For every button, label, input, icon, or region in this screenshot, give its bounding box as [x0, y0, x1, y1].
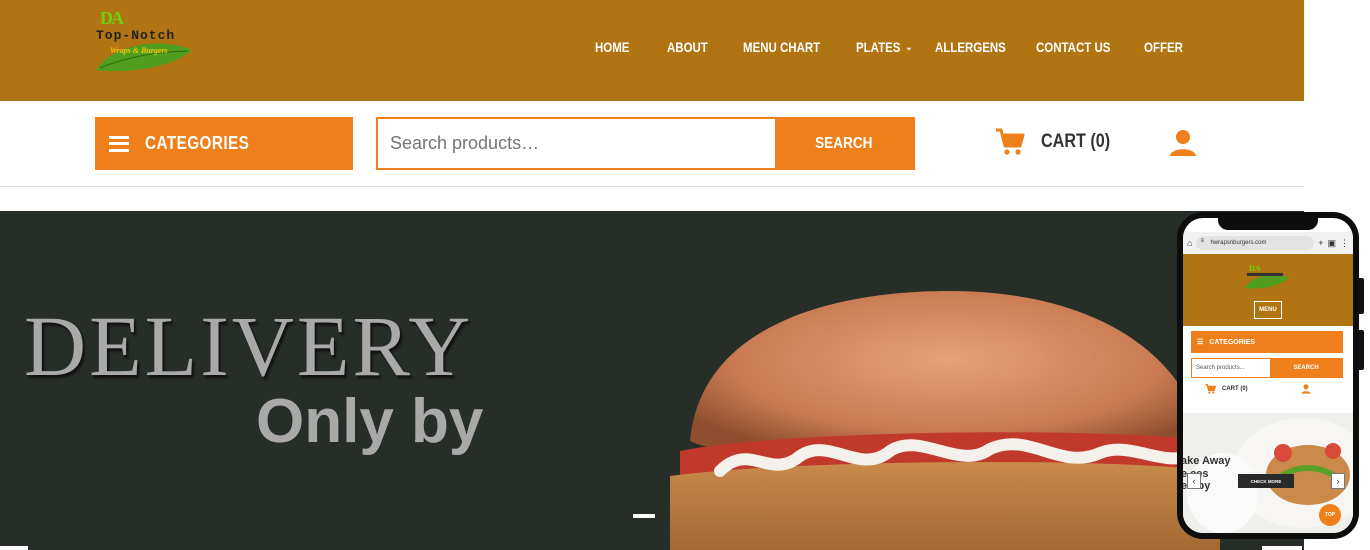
search-bar: SEARCH: [376, 117, 915, 170]
search-input[interactable]: [378, 119, 775, 168]
nav-plates-label: PLATES: [856, 39, 901, 55]
mobile-search-button[interactable]: SEARCH: [1270, 359, 1342, 377]
site-info-icon: ≡: [1200, 238, 1204, 244]
search-button[interactable]: SEARCH: [775, 119, 913, 168]
burger-image: [670, 291, 1220, 550]
cart-icon: [1205, 384, 1216, 394]
slide-indicator-active[interactable]: [633, 514, 655, 518]
mobile-prev-arrow[interactable]: ‹: [1187, 473, 1201, 489]
home-icon[interactable]: ⌂: [1187, 238, 1192, 248]
logo-monogram: DA: [100, 8, 124, 28]
mobile-check-more-button[interactable]: CHECK MORE: [1238, 474, 1294, 488]
slide-edge-left: [0, 546, 28, 550]
mobile-preview: ⌂ ≡ hwrapsnburgers.com + ▣ ⋮ DA MENU ☰ C…: [1177, 212, 1359, 539]
mobile-hero-line: ake Away: [1183, 455, 1231, 467]
hero-subtitle: Only by: [256, 387, 484, 456]
logo-tagline: Wraps & Burgers: [110, 46, 168, 55]
hamburger-menu-icon: ☰: [1197, 339, 1204, 346]
mobile-screen: ⌂ ≡ hwrapsnburgers.com + ▣ ⋮ DA MENU ☰ C…: [1183, 218, 1353, 533]
mobile-search-input[interactable]: Search products...: [1192, 359, 1270, 377]
user-account-icon[interactable]: [1301, 384, 1311, 394]
site-header: DA Top-Notch Wraps & Burgers HOME ABOUT …: [0, 0, 1304, 101]
hero-title: DELIVERY: [24, 298, 474, 394]
phone-notch: [1218, 218, 1318, 230]
mobile-cart-label: CART (0): [1222, 386, 1248, 392]
search-button-label: SEARCH: [815, 134, 873, 152]
mobile-search-bar: Search products... SEARCH: [1191, 358, 1343, 378]
mobile-next-arrow[interactable]: ›: [1331, 473, 1345, 489]
svg-text:DA: DA: [1249, 264, 1261, 273]
chevron-down-icon: ⌄: [905, 42, 913, 53]
nav-contact-us[interactable]: CONTACT US: [1036, 39, 1110, 55]
nav-offer[interactable]: OFFER: [1144, 39, 1183, 55]
cart-icon: [996, 128, 1025, 155]
more-menu-icon[interactable]: ⋮: [1340, 238, 1349, 249]
new-tab-icon[interactable]: +: [1318, 238, 1323, 248]
header-divider: [0, 186, 1304, 187]
categories-label: CATEGORIES: [145, 133, 250, 153]
mobile-categories-button[interactable]: ☰ CATEGORIES: [1191, 331, 1343, 353]
categories-button[interactable]: CATEGORIES: [95, 117, 353, 170]
hamburger-menu-icon: [109, 135, 129, 152]
nav-allergens[interactable]: ALLERGENS: [935, 39, 1006, 55]
nav-home[interactable]: HOME: [595, 39, 629, 55]
mobile-categories-label: CATEGORIES: [1209, 338, 1256, 346]
slide-edge-right: [1262, 546, 1302, 550]
cart-label: CART (0): [1041, 131, 1111, 152]
nav-menu-chart[interactable]: MENU CHART: [743, 39, 820, 55]
hero-slider: DELIVERY Only by: [0, 211, 1304, 550]
nav-plates[interactable]: PLATES ⌄: [856, 39, 912, 55]
mobile-logo[interactable]: DA: [1243, 262, 1291, 290]
mobile-url-text: hwrapsnburgers.com: [1210, 240, 1267, 246]
mobile-scroll-top-button[interactable]: TOP: [1319, 504, 1341, 526]
nav-about[interactable]: ABOUT: [667, 39, 708, 55]
mobile-cart-link[interactable]: CART (0): [1205, 384, 1248, 394]
user-account-icon[interactable]: [1169, 129, 1197, 157]
site-logo[interactable]: DA Top-Notch Wraps & Burgers: [94, 8, 198, 74]
mobile-menu-button[interactable]: MENU: [1254, 301, 1282, 319]
cart-link[interactable]: CART (0): [995, 128, 1122, 156]
tabs-icon[interactable]: ▣: [1327, 238, 1336, 249]
mobile-url-bar: ⌂ ≡ hwrapsnburgers.com + ▣ ⋮: [1183, 232, 1353, 254]
mobile-hero-slider: ake Away e ces earby ‹ CHECK MORE › TOP: [1183, 413, 1353, 533]
mobile-url-field[interactable]: ≡ hwrapsnburgers.com: [1196, 236, 1315, 250]
